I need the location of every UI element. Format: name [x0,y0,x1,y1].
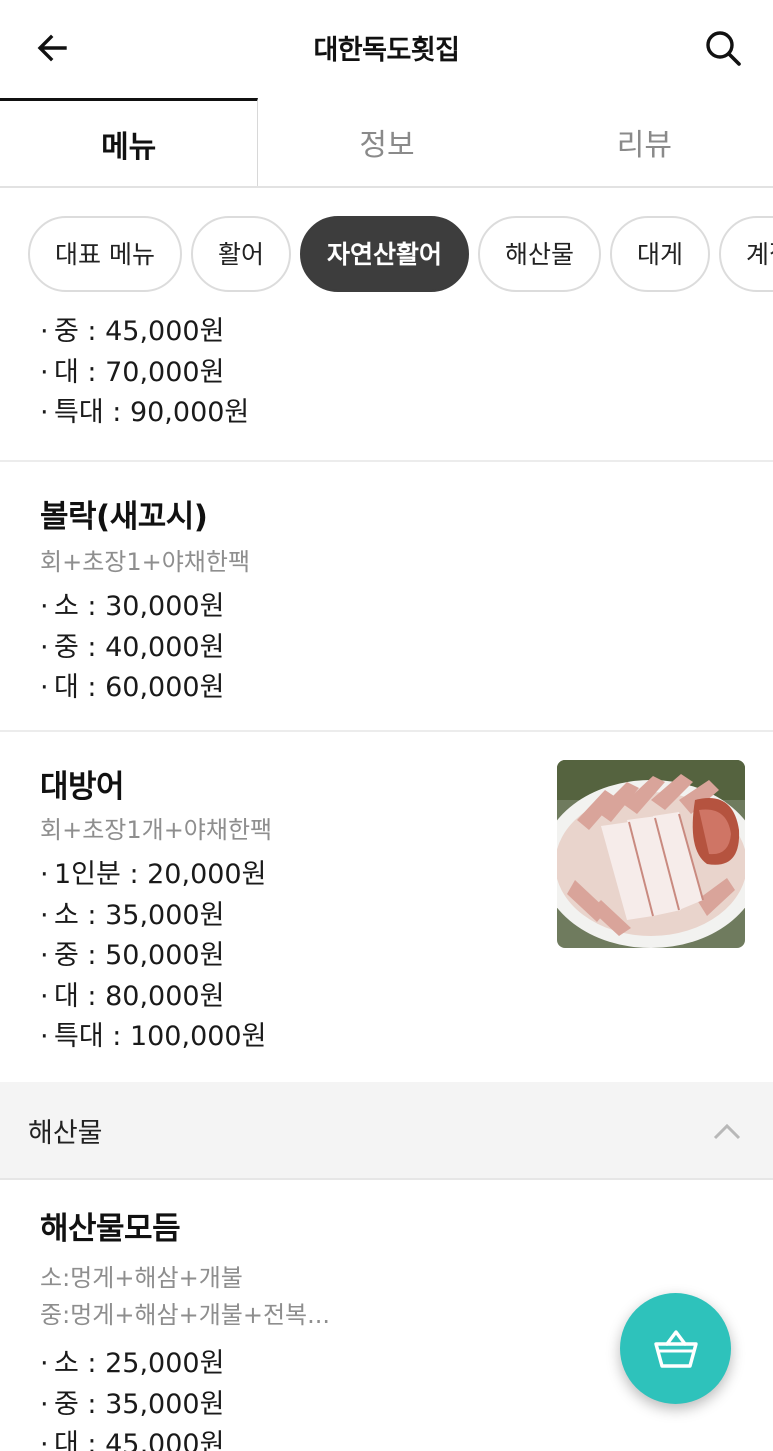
price-row: · 대 : 70,000원 [40,356,225,388]
basket-icon [653,1329,698,1368]
menu-item-description: 회+초장1+야채한팩 [40,548,251,576]
search-icon [706,31,741,66]
menu-item-name: 해산물모듬 [40,1211,181,1247]
category-chip-bar: 대표 메뉴활어자연산활어해산물대게계절메 [0,188,773,312]
tab-reviews[interactable]: 리뷰 [515,98,773,186]
price-row: · 대 : 45,000원 [40,1429,225,1451]
price-row: · 중 : 45,000원 [40,316,225,347]
page-title: 대한독도횟집 [313,35,460,66]
menu-list[interactable]: · 중 : 45,000원 · 대 : 70,000원 · 특대 : 90,000원 … [0,312,773,1451]
sashimi-platter-image[interactable] [557,760,745,948]
price-row: · 특대 : 100,000원 [40,1021,267,1052]
price-row: · 특대 : 90,000원 [40,397,250,428]
tab-menu[interactable]: 메뉴 [0,98,259,186]
app-header: 대한독도횟집 [0,0,773,98]
section-header-seafood[interactable]: 해산물 [0,1082,773,1180]
search-button[interactable] [699,24,747,72]
price-row: · 소 : 30,000원 [40,591,225,622]
chip-wild-live-fish[interactable]: 자연산활어 [299,216,469,292]
chip-signature-menu[interactable]: 대표 메뉴 [28,216,182,292]
menu-item-description: 소:멍게+해삼+개불 [40,1264,243,1292]
menu-item-bolak[interactable]: 볼락(새꼬시) 회+초장1+야채한팩 · 소 : 30,000원 · 중 : 40,… [0,462,773,732]
tab-bar: 메뉴 정보 리뷰 [0,98,773,188]
chevron-up-icon[interactable] [711,1116,743,1148]
menu-item-partial[interactable]: · 중 : 45,000원 · 대 : 70,000원 · 특대 : 90,000원 [0,312,773,462]
cart-button[interactable] [620,1293,731,1404]
section-title: 해산물 [28,1117,103,1149]
price-row: · 대 : 60,000원 [40,672,225,703]
menu-item-daebang[interactable]: 대방어 회+초장1개+야채한팩 · 1인분 : 20,000원 · 소 : 35,0… [0,732,773,1082]
menu-item-name: 볼락(새꼬시) [40,499,208,535]
price-row: · 중 : 40,000원 [40,631,225,663]
price-row: · 대 : 80,000원 [40,980,225,1012]
chip-live-fish[interactable]: 활어 [190,216,291,292]
chip-snow-crab[interactable]: 대게 [610,216,711,292]
chip-seafood[interactable]: 해산물 [477,216,601,292]
tab-info[interactable]: 정보 [258,98,516,186]
chip-seasonal[interactable]: 계절메 [719,216,773,292]
